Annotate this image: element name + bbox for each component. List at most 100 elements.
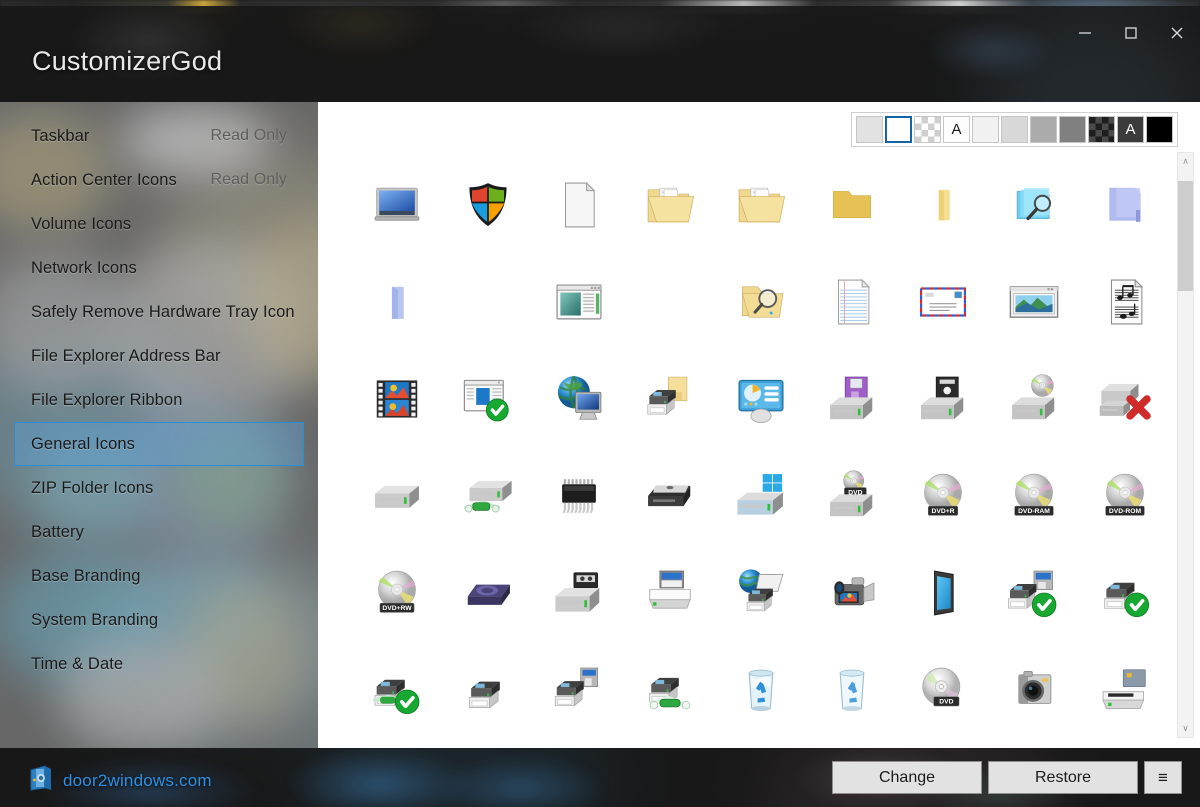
brand-link[interactable]: door2windows.com (28, 764, 212, 797)
swatch-checker-dark[interactable] (1088, 116, 1115, 143)
fax-printer-default-icon[interactable] (988, 544, 1079, 641)
change-button[interactable]: Change (832, 761, 982, 794)
camcorder-icon[interactable] (806, 544, 897, 641)
scroll-down-arrow[interactable]: ∨ (1178, 720, 1193, 737)
dvd-ram-disc-icon[interactable]: DVD-RAM (988, 447, 1079, 544)
memory-chip-icon[interactable] (533, 447, 624, 544)
app-title: CustomizerGod (32, 46, 223, 76)
smartphone-icon[interactable] (897, 544, 988, 641)
empty-cell-1 (442, 253, 533, 350)
mail-envelope-icon[interactable] (897, 253, 988, 350)
sidebar-item-label: Network Icons (31, 258, 137, 277)
sidebar-item-network-icons[interactable]: Network Icons (14, 246, 304, 290)
dvd-disc-icon[interactable]: DVD (897, 641, 988, 738)
folder-blue-open-icon[interactable] (1079, 156, 1163, 253)
swatch-dark-text[interactable]: A (1117, 116, 1144, 143)
sidebar-nav: Taskbar Read Only Action Center Icons Read … (0, 102, 318, 686)
cd-drive-icon[interactable] (988, 350, 1079, 447)
removable-drive-icon[interactable] (624, 544, 715, 641)
drive-dark-icon[interactable] (624, 447, 715, 544)
swatch-checker-light[interactable] (914, 116, 941, 143)
printer-shared-icon[interactable] (624, 641, 715, 738)
sidebar-item-system-branding[interactable]: System Branding (14, 598, 304, 642)
network-drive-icon[interactable] (442, 447, 533, 544)
background-color-selector[interactable]: AA (851, 112, 1178, 147)
search-folder-gold-icon[interactable] (715, 253, 806, 350)
scrollbar-thumb[interactable] (1178, 181, 1193, 291)
sidebar-item-general-icons[interactable]: General Icons (14, 422, 304, 466)
svg-text:DVD-ROM: DVD-ROM (1108, 508, 1141, 515)
door-icon (28, 764, 54, 797)
sidebar-item-time-date[interactable]: Time & Date (14, 642, 304, 686)
swatch-letter: A (951, 121, 962, 138)
swatch-gray-45[interactable] (1059, 116, 1086, 143)
sidebar-item-label: Safely Remove Hardware Tray Icon (31, 302, 295, 321)
title-bar[interactable]: CustomizerGod (0, 6, 1200, 102)
vertical-scrollbar[interactable]: ∧ ∨ (1177, 152, 1194, 738)
control-panel-icon[interactable] (715, 350, 806, 447)
checker-pattern (1089, 117, 1114, 142)
sidebar-item-volume-icons[interactable]: Volume Icons (14, 202, 304, 246)
swatch-white[interactable] (885, 116, 912, 143)
close-button[interactable] (1154, 6, 1200, 60)
open-folder-documents-icon[interactable] (624, 156, 715, 253)
music-sheet-icon[interactable] (1079, 253, 1163, 350)
floppy-drive-purple-icon[interactable] (806, 350, 897, 447)
maximize-button[interactable] (1108, 6, 1154, 60)
hard-drive-icon[interactable] (351, 447, 442, 544)
recycle-bin-empty-icon[interactable] (806, 641, 897, 738)
network-scanner-icon[interactable] (715, 544, 806, 641)
drive-disconnected-icon[interactable] (1079, 350, 1163, 447)
digital-camera-icon[interactable] (988, 641, 1079, 738)
recycle-bin-full-icon[interactable] (715, 641, 806, 738)
monitor-icon[interactable] (351, 156, 442, 253)
swatch-gray-85[interactable] (1001, 116, 1028, 143)
floppy-drive-black-icon[interactable] (897, 350, 988, 447)
folder-blue-thin-icon[interactable] (351, 253, 442, 350)
printer-network-default-icon[interactable] (351, 641, 442, 738)
search-folder-blue-icon[interactable] (988, 156, 1079, 253)
security-shield-icon[interactable] (442, 156, 533, 253)
sidebar-item-battery[interactable]: Battery (14, 510, 304, 554)
dvd-plus-rw-disc-icon[interactable]: DVD+RW (351, 544, 442, 641)
svg-text:DVD+RW: DVD+RW (382, 605, 412, 612)
printer-default-icon[interactable] (1079, 544, 1163, 641)
sidebar-item-safely-remove-hardware-tray-icon[interactable]: Safely Remove Hardware Tray Icon (14, 290, 304, 334)
program-installed-icon[interactable] (442, 350, 533, 447)
sidebar-item-file-explorer-address-bar[interactable]: File Explorer Address Bar (14, 334, 304, 378)
restore-button[interactable]: Restore (988, 761, 1138, 794)
window-preview-icon[interactable] (533, 253, 624, 350)
printer-icon[interactable] (442, 641, 533, 738)
folder-thin-gold-icon[interactable] (897, 156, 988, 253)
windows-system-drive-icon[interactable] (715, 447, 806, 544)
blank-document-icon[interactable] (533, 156, 624, 253)
sidebar-item-taskbar[interactable]: Taskbar Read Only (14, 114, 304, 158)
swatch-white-text[interactable]: A (943, 116, 970, 143)
printer-folder-icon[interactable] (624, 350, 715, 447)
network-computer-icon[interactable] (533, 350, 624, 447)
film-strip-icon[interactable] (351, 350, 442, 447)
picture-file-icon[interactable] (988, 253, 1079, 350)
tape-drive-icon[interactable] (533, 544, 624, 641)
open-folder-documents-2-icon[interactable] (715, 156, 806, 253)
sidebar-item-zip-folder-icons[interactable]: ZIP Folder Icons (14, 466, 304, 510)
dvd-rom-disc-icon[interactable]: DVD-ROM (1079, 447, 1163, 544)
sidebar-item-label: System Branding (31, 610, 159, 629)
dvd-plus-r-disc-icon[interactable]: DVD+R (897, 447, 988, 544)
fax-machine-icon[interactable] (533, 641, 624, 738)
sidebar-item-file-explorer-ribbon[interactable]: File Explorer Ribbon (14, 378, 304, 422)
swatch-near-white[interactable] (972, 116, 999, 143)
swatch-gray-65[interactable] (1030, 116, 1057, 143)
swatch-black[interactable] (1146, 116, 1173, 143)
purple-drive-icon[interactable] (442, 544, 533, 641)
sidebar-item-action-center-icons[interactable]: Action Center Icons Read Only (14, 158, 304, 202)
sidebar-item-base-branding[interactable]: Base Branding (14, 554, 304, 598)
swatch-light-gray[interactable] (856, 116, 883, 143)
dvd-drive-icon[interactable]: DVD (806, 447, 897, 544)
scroll-up-arrow[interactable]: ∧ (1178, 153, 1193, 170)
folder-closed-gold-icon[interactable] (806, 156, 897, 253)
card-reader-icon[interactable] (1079, 641, 1163, 738)
hamburger-menu-button[interactable]: ≡ (1144, 761, 1182, 794)
notepad-document-icon[interactable] (806, 253, 897, 350)
minimize-button[interactable] (1062, 6, 1108, 60)
